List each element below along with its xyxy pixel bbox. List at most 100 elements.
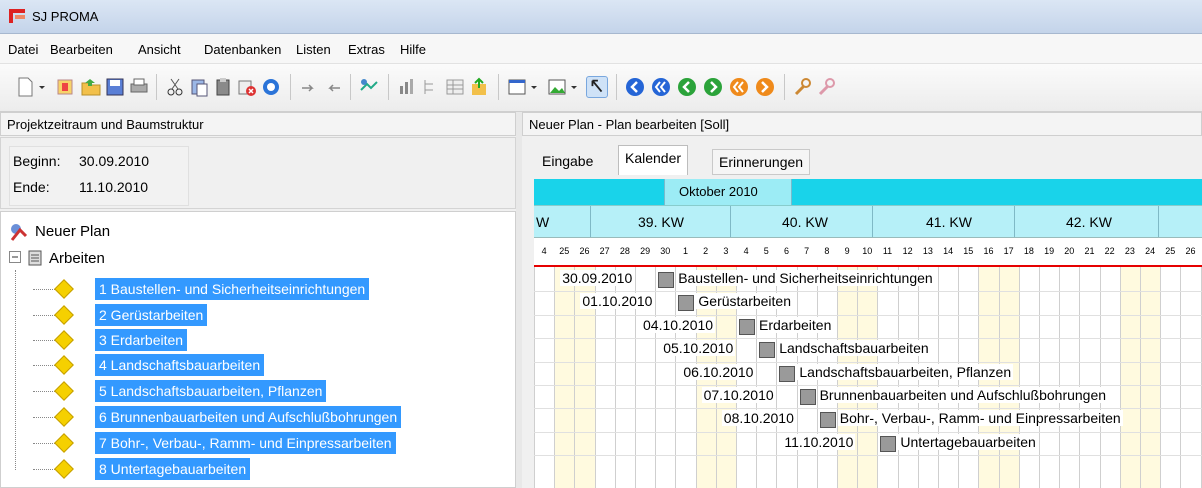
week-label: W: [536, 214, 550, 230]
tree-item-label: 3 Erdarbeiten: [95, 329, 188, 351]
month-cell: Oktober 2010: [664, 179, 792, 205]
task-icon: [54, 381, 74, 401]
tab-bar: Eingabe Kalender Erinnerungen: [522, 137, 1202, 179]
day-label: 4: [541, 246, 547, 256]
task-icon: [54, 330, 74, 350]
structure-tree[interactable]: Neuer Plan Arbeiten 1 Baustellen- und Si…: [0, 211, 516, 488]
menu-ansicht[interactable]: Ansicht: [138, 42, 181, 57]
tab-erinnerungen[interactable]: Erinnerungen: [712, 149, 811, 175]
menu-extras[interactable]: Extras: [348, 42, 385, 57]
copy-icon[interactable]: [54, 76, 76, 98]
undo-icon[interactable]: [298, 76, 320, 98]
menu-listen[interactable]: Listen: [296, 42, 331, 57]
table-icon[interactable]: [444, 76, 466, 98]
task-bar-label: Erdarbeiten: [757, 316, 834, 333]
week-label: 42. KW: [1066, 214, 1112, 230]
window-icon[interactable]: [506, 76, 528, 98]
tab-eingabe[interactable]: Eingabe: [536, 149, 599, 175]
menu-datei[interactable]: Datei: [8, 42, 38, 57]
month-band: Oktober 2010: [534, 179, 1202, 205]
nav-first-icon[interactable]: [624, 76, 646, 98]
task-start-date: 05.10.2010: [661, 340, 736, 357]
paste-icon[interactable]: [188, 76, 210, 98]
redo-icon[interactable]: [322, 76, 344, 98]
task-bar[interactable]: [880, 435, 897, 452]
pointer-icon[interactable]: [586, 76, 608, 98]
day-label: 10: [862, 246, 873, 256]
menu-datenbanken[interactable]: Datenbanken: [204, 42, 281, 57]
image-icon[interactable]: [546, 76, 568, 98]
nav-stop-icon[interactable]: [754, 76, 776, 98]
day-label: 6: [783, 246, 789, 256]
dropdown-icon[interactable]: [528, 76, 540, 98]
day-label: 11: [882, 246, 893, 256]
day-label: 3: [723, 246, 729, 256]
day-row: 4 25 26 27 28 29 30 1 2 3 4 5 6 7 8 9 10 11 12 13 14 15 16 17 18…: [534, 237, 1202, 265]
task-bar[interactable]: [739, 318, 755, 335]
zoom-in-icon[interactable]: [792, 76, 814, 98]
month-label: Oktober 2010: [679, 184, 758, 199]
open-folder-icon[interactable]: [80, 76, 102, 98]
day-label: 27: [599, 246, 610, 256]
task-start-date: 11.10.2010: [782, 433, 856, 450]
day-label: 1: [682, 246, 688, 256]
new-doc-icon[interactable]: [14, 76, 36, 98]
day-label: 24: [1145, 246, 1156, 256]
nav-last-icon[interactable]: [728, 76, 750, 98]
task-bar-label: Baustellen- und Sicherheitseinrichtungen: [676, 270, 935, 286]
left-pane-title: Projektzeitraum und Baumstruktur: [7, 117, 204, 132]
task-bar[interactable]: [759, 342, 776, 359]
task-icon: [54, 459, 74, 479]
tree-item-label: 1 Baustellen- und Sicherheitseinrichtung…: [95, 278, 370, 300]
task-icon: [54, 305, 74, 325]
task-bar[interactable]: [779, 365, 796, 382]
save-icon[interactable]: [104, 76, 126, 98]
tree-item-label: 4 Landschaftsbauarbeiten: [95, 354, 265, 376]
gantt-grid: 30.09.2010 Baustellen- und Sicherheitsein…: [534, 267, 1202, 488]
task-bar[interactable]: [819, 412, 836, 429]
tree-item-label: 5 Landschaftsbauarbeiten, Pflanzen: [95, 380, 327, 402]
dropdown-icon[interactable]: [568, 76, 580, 98]
nav-play-icon[interactable]: [676, 76, 698, 98]
day-label: 7: [804, 246, 810, 256]
dropdown-icon[interactable]: [36, 76, 48, 98]
link-icon[interactable]: [358, 76, 380, 98]
chart-icon[interactable]: [396, 76, 418, 98]
task-bar[interactable]: [799, 389, 816, 405]
collapse-icon[interactable]: [9, 251, 21, 263]
end-value: 11.10.2010: [79, 179, 149, 195]
day-label: 26: [1185, 246, 1196, 256]
refresh-icon[interactable]: [260, 76, 282, 98]
task-bar-label: Gerüstarbeiten: [696, 293, 793, 310]
tab-kalender[interactable]: Kalender: [618, 145, 689, 175]
nav-next-icon[interactable]: [702, 76, 724, 98]
task-bar[interactable]: [678, 295, 695, 312]
day-label: 19: [1044, 246, 1055, 256]
toolbar: [0, 64, 1202, 112]
gantt-calendar[interactable]: Oktober 2010 W 39. KW 40. KW 41. KW 42. …: [534, 179, 1202, 488]
day-label: 14: [943, 246, 954, 256]
task-bar-label: Landschaftsbauarbeiten, Pflanzen: [797, 363, 1014, 380]
week-label: 39. KW: [638, 214, 684, 230]
day-label: 20: [1064, 246, 1075, 256]
cut-icon[interactable]: [164, 76, 186, 98]
tree-icon[interactable]: [420, 76, 442, 98]
print-icon[interactable]: [128, 76, 150, 98]
clipboard-icon[interactable]: [212, 76, 234, 98]
export-icon[interactable]: [468, 76, 490, 98]
menu-bearbeiten[interactable]: Bearbeiten: [50, 42, 113, 57]
delete-icon[interactable]: [236, 76, 258, 98]
day-label: 17: [1003, 246, 1014, 256]
tree-item-label: 7 Bohr-, Verbau-, Ramm- und Einpressarbe…: [95, 432, 396, 454]
menu-hilfe[interactable]: Hilfe: [400, 42, 426, 57]
zoom-out-icon[interactable]: [816, 76, 838, 98]
day-label: 25: [1165, 246, 1176, 256]
week-label: 40. KW: [782, 214, 828, 230]
tree-root-label: Neuer Plan: [35, 223, 111, 240]
day-label: 15: [963, 246, 974, 256]
task-bar-label: Bohr-, Verbau-, Ramm- und Einpressarbeit…: [837, 410, 1123, 427]
nav-prev-icon[interactable]: [650, 76, 672, 98]
task-start-date: 07.10.2010: [701, 387, 776, 403]
task-bar[interactable]: [658, 272, 675, 288]
day-label: 21: [1084, 246, 1095, 256]
